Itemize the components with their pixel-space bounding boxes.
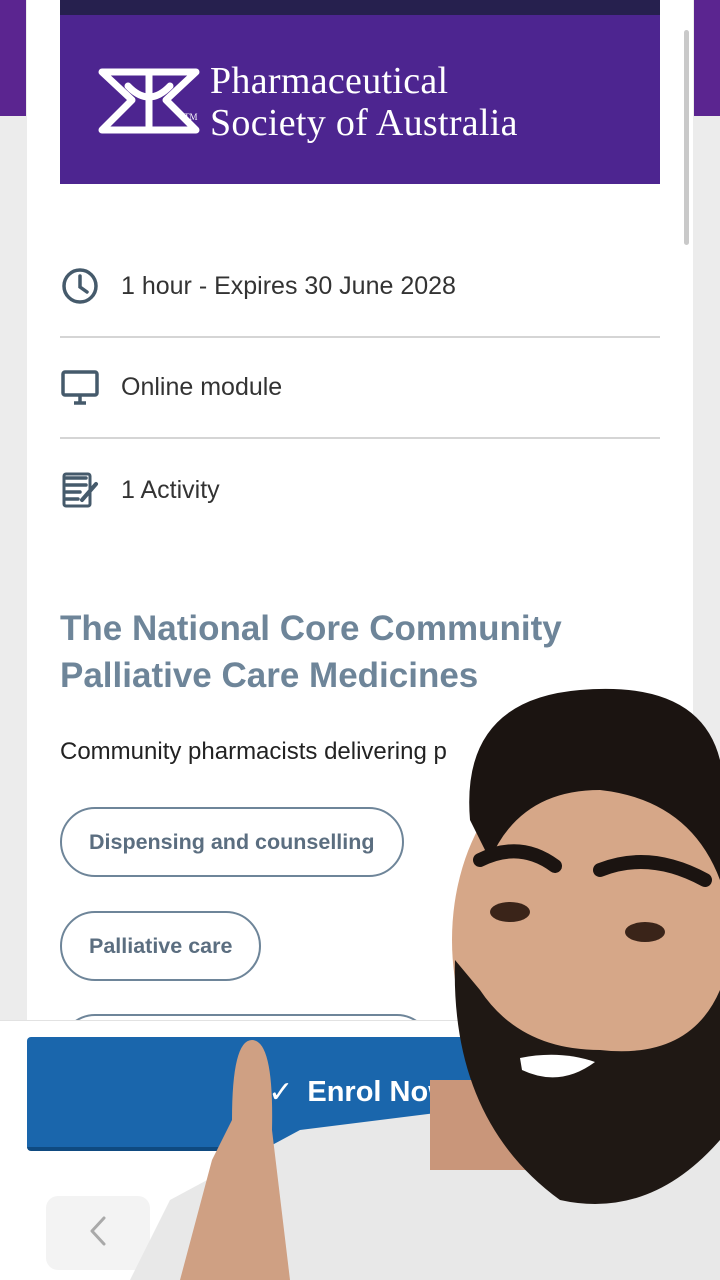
enrol-now-button[interactable]: ✓ Enrol Now <box>27 1037 692 1151</box>
activities-row: 1 Activity <box>60 439 660 541</box>
check-icon: ✓ <box>268 1075 294 1109</box>
tag-dispensing[interactable]: Dispensing and counselling <box>60 807 404 877</box>
activity-list-icon <box>60 470 100 510</box>
course-description: Community pharmacists delivering p <box>60 738 447 765</box>
format-text: Online module <box>121 372 283 401</box>
back-button[interactable] <box>46 1196 150 1270</box>
enrol-now-label: Enrol Now <box>307 1075 451 1108</box>
tag-palliative-care[interactable]: Palliative care <box>60 911 262 981</box>
format-row: Online module <box>60 337 660 439</box>
course-title: The National Core Community Palliative C… <box>60 609 562 695</box>
psa-logo-icon <box>98 68 200 134</box>
activities-text: 1 Activity <box>121 475 220 504</box>
duration-text: 1 hour - Expires 30 June 2028 <box>121 271 456 300</box>
duration-row: 1 hour - Expires 30 June 2028 <box>60 236 660 338</box>
brand-banner: TM Pharmaceutical Society of Australia <box>60 0 660 184</box>
brand-name-line1: Pharmaceutical <box>210 60 449 102</box>
banner-top-bar <box>60 0 660 15</box>
background-strip-left <box>0 0 26 116</box>
monitor-icon <box>60 367 100 407</box>
brand-name-line2: Society of Australia <box>210 102 518 144</box>
brand-name: Pharmaceutical Society of Australia <box>210 60 518 144</box>
clock-icon <box>60 266 100 306</box>
chevron-left-icon <box>86 1214 110 1253</box>
scrollbar[interactable] <box>684 30 689 245</box>
background-strip-right <box>694 0 720 116</box>
trademark-label: TM <box>184 112 198 122</box>
